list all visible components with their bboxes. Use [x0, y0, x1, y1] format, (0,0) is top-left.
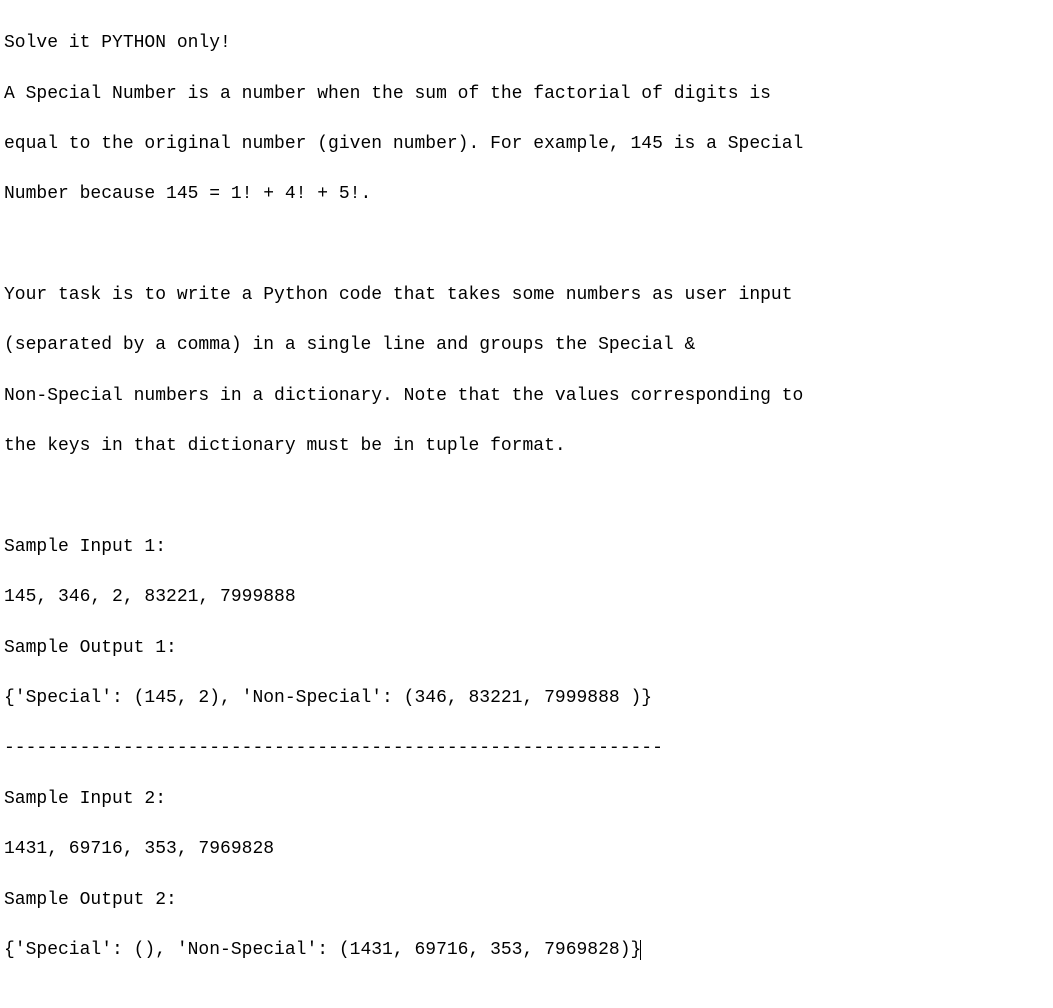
- text-line: Solve it PYTHON only!: [4, 31, 1049, 56]
- separator-line: ----------------------------------------…: [4, 736, 1049, 761]
- sample-output-value: {'Special': (145, 2), 'Non-Special': (34…: [4, 686, 1049, 711]
- sample-output-label: Sample Output 2:: [4, 888, 1049, 913]
- text-line: Your task is to write a Python code that…: [4, 283, 1049, 308]
- sample-input-label: Sample Input 2:: [4, 787, 1049, 812]
- sample-output-label: Sample Output 1:: [4, 636, 1049, 661]
- document-body: Solve it PYTHON only! A Special Number i…: [0, 0, 1053, 1008]
- blank-line: [4, 233, 1049, 258]
- text-line: Number because 145 = 1! + 4! + 5!.: [4, 182, 1049, 207]
- sample-input-value: 145, 346, 2, 83221, 7999888: [4, 585, 1049, 610]
- sample-input-value: 1431, 69716, 353, 7969828: [4, 837, 1049, 862]
- text-cursor: [640, 940, 641, 960]
- text-line: equal to the original number (given numb…: [4, 132, 1049, 157]
- text-line: (separated by a comma) in a single line …: [4, 333, 1049, 358]
- text-line: the keys in that dictionary must be in t…: [4, 434, 1049, 459]
- text-line: Non-Special numbers in a dictionary. Not…: [4, 384, 1049, 409]
- sample-output-value: {'Special': (), 'Non-Special': (1431, 69…: [4, 940, 641, 960]
- text-line: A Special Number is a number when the su…: [4, 82, 1049, 107]
- last-line: {'Special': (), 'Non-Special': (1431, 69…: [4, 938, 1049, 963]
- sample-input-label: Sample Input 1:: [4, 535, 1049, 560]
- blank-line: [4, 485, 1049, 510]
